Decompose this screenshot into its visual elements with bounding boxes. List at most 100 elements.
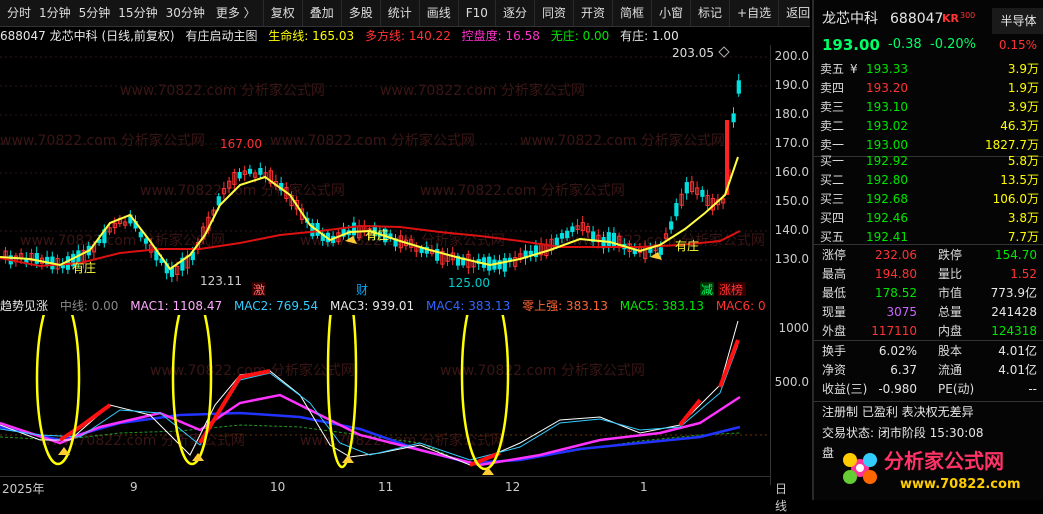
period-label[interactable]: 日线 bbox=[775, 480, 787, 514]
minute-button[interactable]: 逐分 bbox=[496, 0, 535, 26]
watermark: www.70822.com 分析家公式网 bbox=[440, 362, 645, 379]
add-watchlist-button[interactable]: +自选 bbox=[730, 0, 780, 26]
stat-label: 市值 bbox=[938, 286, 963, 300]
kr-badge-sub: 300 bbox=[960, 11, 976, 20]
price-tick: 190.0 bbox=[774, 78, 809, 92]
draw-line-button[interactable]: 画线 bbox=[420, 0, 459, 26]
mac6-value: MAC6: 0 bbox=[715, 299, 766, 313]
stat-label: 涨停 bbox=[822, 248, 847, 262]
candle bbox=[684, 182, 689, 194]
date-tick: 10 bbox=[270, 480, 286, 494]
stock-title: 688047 龙芯中科 (日线,前复权) bbox=[0, 29, 175, 43]
bid-price: 192.46 bbox=[866, 211, 908, 225]
stat-value: 232.06 bbox=[875, 248, 917, 262]
main-indicator-name[interactable]: 有庄启动主图 bbox=[185, 29, 257, 43]
date-tick: 2025年 bbox=[2, 482, 45, 496]
has-dealer-value: 有庄: 1.00 bbox=[620, 29, 679, 43]
ask-price: 193.10 bbox=[866, 100, 908, 114]
mark-button[interactable]: 标记 bbox=[691, 0, 731, 26]
bid-row: 买三 192.68 106.0万 bbox=[814, 190, 1043, 209]
price-tick: 180.0 bbox=[774, 107, 809, 121]
candle bbox=[419, 248, 424, 254]
tab-1min[interactable]: 1分钟 bbox=[35, 0, 75, 26]
kr-badge: KR bbox=[942, 12, 959, 25]
sector-tab[interactable]: 半导体 bbox=[992, 8, 1043, 34]
adjust-button[interactable]: 复权 bbox=[264, 0, 303, 26]
date-tick: 11 bbox=[378, 480, 394, 494]
mac1-value: MAC1: 1108.47 bbox=[130, 299, 223, 313]
candle bbox=[528, 250, 533, 255]
site-logo: 分析家公式网 www.70822.com bbox=[836, 440, 1036, 496]
candle bbox=[247, 168, 253, 174]
indicator-chart[interactable]: www.70822.com 分析家公式网 www.70822.com 分析家公式… bbox=[0, 315, 770, 475]
ask-row: 卖五 ¥ 193.33 3.9万 bbox=[814, 60, 1043, 79]
stat-value: 178.52 bbox=[875, 286, 917, 300]
bid-label: 买四 bbox=[820, 211, 845, 225]
ask-label: 卖二 bbox=[820, 119, 845, 133]
stats-row: 最低 178.52 市值 773.9亿 bbox=[814, 284, 1043, 303]
ask-price: 193.33 bbox=[866, 62, 908, 76]
price-tick: 150.0 bbox=[774, 194, 809, 208]
tab-5min[interactable]: 5分钟 bbox=[75, 0, 115, 26]
stats-button[interactable]: 统计 bbox=[381, 0, 420, 26]
watermark: www.70822.com 分析家公式网 bbox=[420, 182, 625, 199]
stat-value: -- bbox=[1028, 382, 1037, 396]
ask-price: 193.20 bbox=[866, 81, 908, 95]
same-capital-button[interactable]: 同资 bbox=[535, 0, 574, 26]
candle bbox=[554, 237, 559, 246]
candle bbox=[258, 167, 263, 175]
small-window-button[interactable]: 小窗 bbox=[652, 0, 692, 26]
multiline-value: 多方线: 140.22 bbox=[364, 29, 451, 43]
stat-label: 最高 bbox=[822, 267, 847, 281]
open-capital-button[interactable]: 开资 bbox=[574, 0, 613, 26]
up-strong-value: 零上强: 383.13 bbox=[522, 299, 608, 313]
stat-value: -0.980 bbox=[878, 382, 917, 396]
watermark: www.70822.com 分析家公式网 bbox=[270, 132, 475, 149]
stat-value: 154.70 bbox=[995, 248, 1037, 262]
indicator-name[interactable]: 趋势见涨 bbox=[0, 299, 48, 313]
tag-jian: 减 bbox=[701, 283, 713, 297]
candle bbox=[700, 189, 705, 197]
price-tick: 130.0 bbox=[774, 252, 809, 266]
tab-15min[interactable]: 15分钟 bbox=[114, 0, 161, 26]
simple-frame-button[interactable]: 简框 bbox=[613, 0, 652, 26]
diamond-marker-icon bbox=[718, 46, 730, 58]
logo-url: www.70822.com bbox=[900, 477, 1021, 492]
date-axis: 2025年 9 10 11 12 1 日线 bbox=[0, 476, 787, 513]
high-price-label: 167.00 bbox=[220, 137, 262, 151]
low-price-label-1: 123.11 bbox=[200, 274, 242, 288]
bid-price: 192.68 bbox=[866, 192, 908, 206]
f10-button[interactable]: F10 bbox=[459, 0, 496, 26]
stat-label: 总量 bbox=[938, 305, 963, 319]
main-info-bar: 688047 龙芯中科 (日线,前复权) 有庄启动主图 生命线: 165.03 … bbox=[0, 27, 810, 45]
overlay-button[interactable]: 叠加 bbox=[303, 0, 342, 26]
ask-price: 193.02 bbox=[866, 119, 908, 133]
candle bbox=[237, 172, 242, 179]
toolbar: 分时 1分钟 5分钟 15分钟 30分钟 更多 〉 复权 叠加 多股 统计 画线… bbox=[0, 0, 819, 27]
hand-pointer-icon bbox=[342, 455, 354, 463]
watermark: www.70822.com 分析家公式网 bbox=[20, 232, 225, 249]
price-change-pct: -0.20% bbox=[930, 37, 976, 52]
multi-stock-button[interactable]: 多股 bbox=[342, 0, 381, 26]
stock-name: 龙芯中科 bbox=[822, 11, 878, 27]
candlestick-chart[interactable]: www.70822.com 分析家公式网 www.70822.com 分析家公式… bbox=[0, 45, 770, 297]
price-tick: 200.0 bbox=[774, 49, 809, 63]
stat-value: 4.01亿 bbox=[998, 363, 1037, 377]
stats-row: 涨停 232.06 跌停 154.70 bbox=[814, 246, 1043, 265]
candle bbox=[351, 222, 357, 236]
more-periods-button[interactable]: 更多 〉 bbox=[209, 0, 264, 26]
registration-row: 注册制 已盈利 表决权无差异 bbox=[814, 403, 1043, 422]
bid-label: 买二 bbox=[820, 173, 845, 187]
bid-price: 192.80 bbox=[866, 173, 908, 187]
mac5-value: MAC5: 383.13 bbox=[619, 299, 704, 313]
ask-row: 卖二 193.02 46.3万 bbox=[814, 117, 1043, 136]
tab-intraday[interactable]: 分时 bbox=[0, 0, 35, 26]
stat-value: 241428 bbox=[991, 305, 1037, 319]
tab-30min[interactable]: 30分钟 bbox=[162, 0, 209, 26]
mac4-value: MAC4: 383.13 bbox=[426, 299, 511, 313]
stat-label: 最低 bbox=[822, 286, 847, 300]
bid-label: 买三 bbox=[820, 192, 845, 206]
stat-value: 4.01亿 bbox=[998, 344, 1037, 358]
price-tick: 160.0 bbox=[774, 165, 809, 179]
stat-value: 3075 bbox=[886, 305, 917, 319]
